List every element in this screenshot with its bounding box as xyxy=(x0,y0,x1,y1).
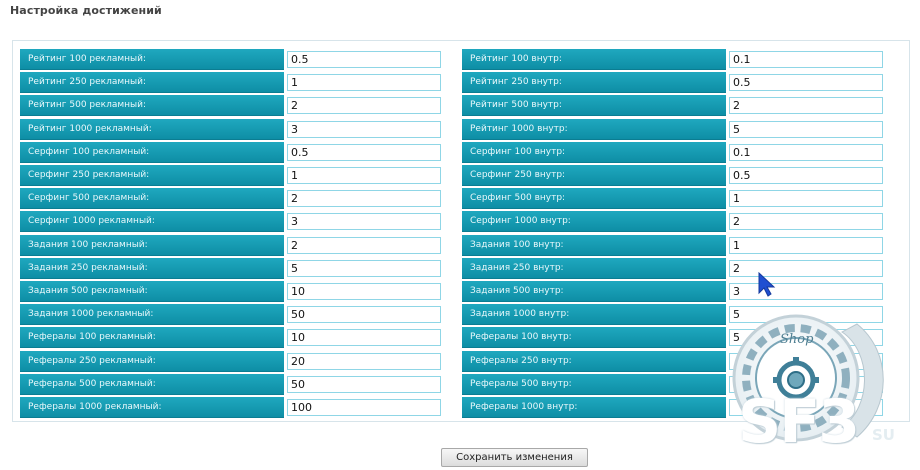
ad-achievement-label: Задания 1000 рекламный: xyxy=(20,304,284,326)
ad-achievement-row: Рефералы 500 рекламный: xyxy=(20,373,441,396)
internal-achievement-row: Рейтинг 500 внутр: xyxy=(462,94,883,117)
ad-achievement-row: Серфинг 500 рекламный: xyxy=(20,187,441,210)
internal-achievement-row: Серфинг 1000 внутр: xyxy=(462,210,883,233)
internal-achievement-label: Задания 250 внутр: xyxy=(462,257,726,279)
internal-achievement-input[interactable] xyxy=(729,213,883,231)
ad-achievement-row: Серфинг 1000 рекламный: xyxy=(20,210,441,233)
ad-achievement-label: Задания 100 рекламный: xyxy=(20,234,284,256)
internal-achievement-input[interactable] xyxy=(729,259,883,277)
ad-achievement-input[interactable] xyxy=(287,74,441,92)
internal-achievement-label: Рейтинг 100 внутр: xyxy=(462,49,726,71)
watermark-shop-text: Shop xyxy=(780,332,814,347)
watermark-brand-text: SF3 xyxy=(738,387,860,457)
ad-achievement-input[interactable] xyxy=(287,97,441,115)
internal-achievement-row: Рейтинг 100 внутр: xyxy=(462,48,883,71)
ad-achievement-input[interactable] xyxy=(287,398,441,416)
ad-achievement-row: Задания 500 рекламный: xyxy=(20,280,441,303)
ad-achievement-label: Серфинг 500 рекламный: xyxy=(20,188,284,210)
internal-achievement-row: Рейтинг 1000 внутр: xyxy=(462,118,883,141)
internal-achievement-label: Рейтинг 500 внутр: xyxy=(462,95,726,117)
internal-achievement-label: Серфинг 100 внутр: xyxy=(462,141,726,163)
ad-achievement-row: Рейтинг 100 рекламный: xyxy=(20,48,441,71)
internal-achievement-input[interactable] xyxy=(729,167,883,185)
ad-achievement-input[interactable] xyxy=(287,143,441,161)
internal-achievement-input[interactable] xyxy=(729,190,883,208)
ad-achievement-input[interactable] xyxy=(287,213,441,231)
ad-achievement-input[interactable] xyxy=(287,51,441,69)
ad-achievement-label: Задания 250 рекламный: xyxy=(20,257,284,279)
internal-achievement-row: Задания 250 внутр: xyxy=(462,257,883,280)
internal-achievement-label: Задания 100 внутр: xyxy=(462,234,726,256)
internal-achievement-label: Рефералы 250 внутр: xyxy=(462,350,726,372)
internal-achievement-label: Рефералы 100 внутр: xyxy=(462,327,726,349)
ad-achievement-label: Рейтинг 250 рекламный: xyxy=(20,72,284,94)
internal-achievement-row: Рейтинг 250 внутр: xyxy=(462,71,883,94)
ad-achievement-row: Рефералы 100 рекламный: xyxy=(20,326,441,349)
ad-achievement-row: Задания 100 рекламный: xyxy=(20,234,441,257)
ad-achievement-label: Серфинг 1000 рекламный: xyxy=(20,211,284,233)
internal-achievement-input[interactable] xyxy=(729,97,883,115)
internal-achievement-label: Серфинг 500 внутр: xyxy=(462,188,726,210)
ad-achievement-label: Рефералы 100 рекламный: xyxy=(20,327,284,349)
ad-achievement-row: Рефералы 1000 рекламный: xyxy=(20,396,441,419)
ad-achievement-label: Серфинг 250 рекламный: xyxy=(20,165,284,187)
internal-achievement-input[interactable] xyxy=(729,143,883,161)
internal-achievement-label: Рейтинг 1000 внутр: xyxy=(462,118,726,140)
ad-achievement-input[interactable] xyxy=(287,375,441,393)
internal-achievement-label: Рейтинг 250 внутр: xyxy=(462,72,726,94)
ad-achievement-row: Серфинг 100 рекламный: xyxy=(20,141,441,164)
ad-achievement-row: Задания 250 рекламный: xyxy=(20,257,441,280)
ad-achievement-label: Задания 500 рекламный: xyxy=(20,280,284,302)
internal-achievement-row: Задания 100 внутр: xyxy=(462,234,883,257)
ad-achievement-label: Рефералы 250 рекламный: xyxy=(20,350,284,372)
ad-achievement-label: Рейтинг 100 рекламный: xyxy=(20,49,284,71)
internal-achievement-input[interactable] xyxy=(729,282,883,300)
internal-achievement-input[interactable] xyxy=(729,51,883,69)
page-title: Настройка достижений xyxy=(10,4,162,17)
ad-achievement-row: Рефералы 250 рекламный: xyxy=(20,349,441,372)
internal-achievement-label: Рефералы 500 внутр: xyxy=(462,373,726,395)
internal-achievement-label: Серфинг 250 внутр: xyxy=(462,165,726,187)
mouse-cursor-icon xyxy=(758,272,776,297)
internal-achievement-row: Серфинг 500 внутр: xyxy=(462,187,883,210)
ad-achievement-input[interactable] xyxy=(287,236,441,254)
ad-achievement-row: Рейтинг 1000 рекламный: xyxy=(20,118,441,141)
internal-achievement-label: Задания 1000 внутр: xyxy=(462,304,726,326)
internal-achievement-input[interactable] xyxy=(729,74,883,92)
watermark-tld-text: SU xyxy=(872,426,895,444)
internal-achievement-row: Серфинг 250 внутр: xyxy=(462,164,883,187)
ad-achievement-label: Серфинг 100 рекламный: xyxy=(20,141,284,163)
internal-achievement-row: Серфинг 100 внутр: xyxy=(462,141,883,164)
ad-achievements-column: Рейтинг 100 рекламный:Рейтинг 250 реклам… xyxy=(20,48,441,419)
ad-achievement-row: Рейтинг 250 рекламный: xyxy=(20,71,441,94)
ad-achievement-label: Рефералы 500 рекламный: xyxy=(20,373,284,395)
ad-achievement-input[interactable] xyxy=(287,329,441,347)
ad-achievement-label: Рейтинг 1000 рекламный: xyxy=(20,118,284,140)
ad-achievement-input[interactable] xyxy=(287,306,441,324)
internal-achievement-input[interactable] xyxy=(729,120,883,138)
ad-achievement-label: Рейтинг 500 рекламный: xyxy=(20,95,284,117)
ad-achievement-input[interactable] xyxy=(287,190,441,208)
ad-achievement-input[interactable] xyxy=(287,167,441,185)
ad-achievement-row: Серфинг 250 рекламный: xyxy=(20,164,441,187)
ad-achievement-row: Рейтинг 500 рекламный: xyxy=(20,94,441,117)
ad-achievement-label: Рефералы 1000 рекламный: xyxy=(20,396,284,418)
internal-achievement-label: Серфинг 1000 внутр: xyxy=(462,211,726,233)
internal-achievement-row: Задания 500 внутр: xyxy=(462,280,883,303)
save-changes-button[interactable]: Сохранить изменения xyxy=(441,448,588,467)
ad-achievement-input[interactable] xyxy=(287,282,441,300)
ad-achievement-input[interactable] xyxy=(287,120,441,138)
internal-achievement-label: Задания 500 внутр: xyxy=(462,280,726,302)
internal-achievement-input[interactable] xyxy=(729,236,883,254)
ad-achievement-input[interactable] xyxy=(287,259,441,277)
ad-achievement-row: Задания 1000 рекламный: xyxy=(20,303,441,326)
ad-achievement-input[interactable] xyxy=(287,352,441,370)
internal-achievement-label: Рефералы 1000 внутр: xyxy=(462,396,726,418)
